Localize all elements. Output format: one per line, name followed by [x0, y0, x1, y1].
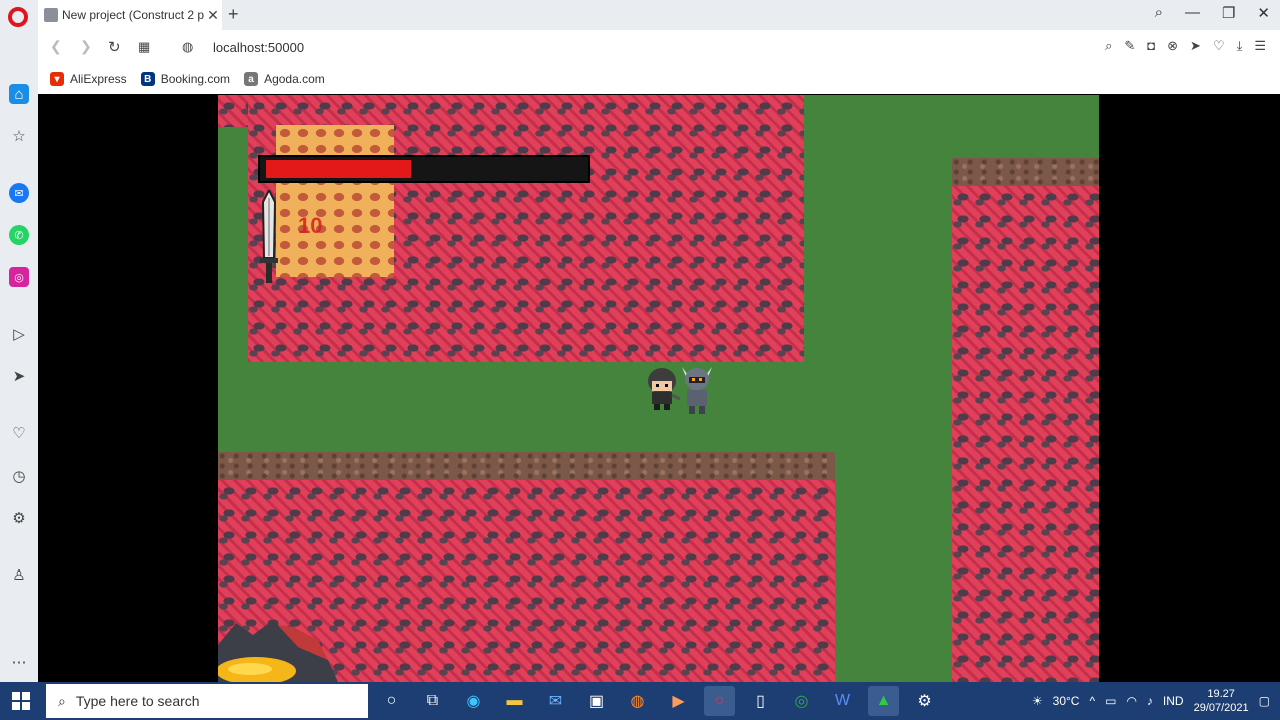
url-field[interactable]: localhost:50000: [213, 40, 304, 55]
heart-icon[interactable]: ♡: [9, 423, 29, 443]
heart-icon[interactable]: ♡: [1213, 38, 1225, 54]
opera-sidebar: ⌂ ☆ ✉ ✆ ◎ ▷ ➤ ♡ ◷ ⚙ ♙ ⋯: [0, 30, 38, 682]
bookmarks-bar: ▾ AliExpress B Booking.com a Agoda.com: [38, 64, 1280, 94]
bookmark-booking[interactable]: B Booking.com: [140, 72, 231, 86]
weather-icon[interactable]: ☀: [1032, 694, 1043, 708]
construct-icon[interactable]: ▲: [868, 686, 899, 716]
cortana-icon[interactable]: ○: [376, 686, 407, 716]
search-icon: ⌕: [58, 692, 66, 709]
media-player-icon[interactable]: ▶: [663, 686, 694, 716]
lava-area-right: [952, 186, 1099, 682]
find-icon[interactable]: ⌕: [1105, 38, 1112, 54]
star-icon[interactable]: ☆: [9, 126, 29, 146]
lightbulb-icon[interactable]: ♙: [9, 565, 29, 585]
block-icon[interactable]: ⊗: [1167, 38, 1178, 54]
task-view-icon[interactable]: ⧉: [417, 686, 448, 716]
health-bar: [258, 155, 590, 183]
address-bar: ❮ ❯ ↻ ▦ ◍ localhost:50000 ⌕ ✎ ◘ ⊗ ➤ ♡ ⤓ …: [38, 30, 1280, 64]
dirt-ledge-right: [952, 158, 1099, 186]
dirt-ledge-bottom: [218, 452, 835, 480]
settings-gear-icon[interactable]: ⚙: [9, 508, 29, 528]
browser-tab[interactable]: New project (Construct 2 p ✕: [38, 0, 222, 30]
edge-icon[interactable]: ◉: [458, 686, 489, 716]
game-canvas[interactable]: 10: [218, 95, 1099, 682]
horned-knight-enemy: [682, 367, 712, 414]
sword-icon: [260, 190, 278, 283]
whatsapp-icon[interactable]: ✆: [9, 225, 29, 245]
wifi-icon[interactable]: ◠: [1126, 694, 1136, 708]
firefox-icon[interactable]: ◍: [622, 686, 653, 716]
player-icon[interactable]: ▷: [9, 324, 29, 344]
messenger-icon[interactable]: ✉: [9, 183, 29, 203]
speed-dial-icon[interactable]: ▦: [138, 39, 150, 55]
notification-icon[interactable]: ▢: [1259, 694, 1270, 708]
mail-icon[interactable]: ✉: [540, 686, 571, 716]
agoda-icon: a: [244, 72, 259, 86]
more-icon[interactable]: ⋯: [9, 652, 29, 672]
reload-button[interactable]: ↻: [108, 38, 121, 56]
send-icon[interactable]: ➤: [1190, 38, 1201, 54]
document-icon[interactable]: ▯: [745, 686, 776, 716]
download-icon[interactable]: ⤓: [1237, 38, 1243, 54]
health-bar-fill: [266, 160, 411, 178]
back-button[interactable]: ❮: [50, 38, 62, 55]
player-character: [648, 368, 680, 410]
instagram-icon[interactable]: ◎: [9, 267, 29, 287]
opera-logo-icon[interactable]: [8, 7, 28, 27]
globe-icon: ◍: [182, 39, 194, 54]
battery-icon[interactable]: ▭: [1105, 694, 1116, 708]
volcano-sprite: [218, 620, 338, 682]
bookmark-label: Agoda.com: [264, 72, 325, 86]
address-tools: ⌕ ✎ ◘ ⊗ ➤ ♡ ⤓ ☰: [1105, 38, 1266, 54]
opera-taskbar-icon[interactable]: ○: [704, 686, 735, 716]
clock-date: 29/07/2021: [1193, 702, 1249, 714]
close-tab-icon[interactable]: ✕: [204, 7, 222, 24]
store-icon[interactable]: ▣: [581, 686, 612, 716]
volume-icon[interactable]: ♪: [1147, 694, 1153, 708]
restore-button[interactable]: ❐: [1222, 4, 1235, 22]
settings-gear-icon[interactable]: ⚙: [909, 686, 940, 716]
clock[interactable]: 19.27 29/07/2021: [1194, 687, 1249, 715]
history-icon[interactable]: ◷: [9, 466, 29, 486]
minimize-button[interactable]: —: [1185, 4, 1200, 22]
chevron-up-icon[interactable]: ^: [1089, 694, 1095, 708]
lava-tile-corner: [218, 95, 248, 127]
clock-time: 19.27: [1207, 688, 1235, 700]
booking-icon: B: [140, 72, 155, 86]
bookmark-aliexpress[interactable]: ▾ AliExpress: [50, 72, 127, 86]
menu-icon[interactable]: ☰: [1254, 38, 1266, 54]
edit-icon[interactable]: ✎: [1124, 38, 1135, 54]
file-explorer-icon[interactable]: ▬: [499, 686, 530, 716]
forward-button[interactable]: ❯: [80, 38, 92, 55]
bookmark-agoda[interactable]: a Agoda.com: [244, 72, 325, 86]
camera-icon[interactable]: ◘: [1147, 38, 1155, 54]
start-button[interactable]: [12, 692, 30, 710]
system-tray: ☀ 30°C ^ ▭ ◠ ♪ IND 19.27 29/07/2021 ▢: [1032, 682, 1270, 720]
molten-lava-patch: [276, 125, 394, 277]
bookmark-label: AliExpress: [70, 72, 127, 86]
windows-taskbar: ⌕ Type here to search ○ ⧉ ◉ ▬ ✉ ▣ ◍ ▶ ○ …: [0, 682, 1280, 720]
title-bar: New project (Construct 2 p ✕ + ⌕ — ❐ ✕: [0, 0, 1280, 30]
send-icon[interactable]: ➤: [9, 366, 29, 386]
word-icon[interactable]: W: [827, 686, 858, 716]
browser-search-icon[interactable]: ⌕: [1155, 4, 1163, 22]
search-placeholder: Type here to search: [75, 693, 200, 709]
bookmark-label: Booking.com: [160, 72, 231, 86]
taskbar-search[interactable]: ⌕ Type here to search: [46, 684, 368, 718]
aliexpress-icon: ▾: [50, 72, 64, 86]
window-controls: ⌕ — ❐ ✕: [1155, 4, 1270, 22]
new-tab-button[interactable]: +: [228, 4, 239, 25]
home-icon[interactable]: ⌂: [9, 84, 29, 104]
close-window-button[interactable]: ✕: [1257, 4, 1270, 22]
damage-number: 10: [298, 213, 323, 238]
tab-favicon-icon: [44, 8, 58, 22]
chrome-icon[interactable]: ◎: [786, 686, 817, 716]
tab-title: New project (Construct 2 p: [62, 8, 204, 22]
weather-temperature[interactable]: 30°C: [1053, 694, 1080, 708]
taskbar-apps: ○ ⧉ ◉ ▬ ✉ ▣ ◍ ▶ ○ ▯ ◎ W ▲ ⚙: [376, 686, 940, 716]
language-indicator[interactable]: IND: [1163, 694, 1184, 708]
